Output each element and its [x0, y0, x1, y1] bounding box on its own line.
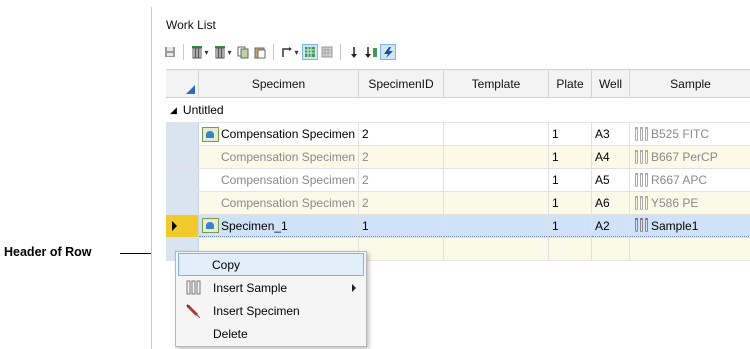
tube-icon [633, 126, 649, 142]
cell-template[interactable] [444, 123, 549, 145]
row-header[interactable] [166, 123, 199, 145]
current-row-arrow-icon [172, 221, 177, 231]
toolbar [162, 41, 396, 63]
cell-empty[interactable] [359, 238, 444, 260]
tube-icon [633, 149, 649, 165]
tube-icon [633, 218, 649, 233]
toolbar-separator [183, 44, 184, 60]
grid-view-icon[interactable] [302, 44, 318, 60]
cell-specimen[interactable]: Compensation Specimen [199, 146, 359, 168]
table-row[interactable]: Compensation Specimen 2 1 A5 R667 APC [166, 169, 750, 192]
sort-up-icon[interactable] [363, 44, 379, 60]
cell-well[interactable]: A4 [592, 146, 630, 168]
row-header[interactable] [166, 192, 199, 214]
cell-well[interactable]: A5 [592, 169, 630, 191]
group-label: Untitled [182, 103, 224, 117]
column-header-plate[interactable]: Plate [549, 70, 592, 97]
menu-item-insert-specimen[interactable]: Insert Specimen [176, 299, 366, 322]
cell-template[interactable] [444, 146, 549, 168]
column-header-template[interactable]: Template [444, 70, 549, 97]
tube-icon [633, 195, 649, 211]
cell-sample[interactable]: B525 FITC [630, 123, 750, 145]
cell-sample[interactable]: Y586 PE [630, 192, 750, 214]
row-header[interactable] [166, 146, 199, 168]
save-icon[interactable] [162, 44, 178, 60]
table-row[interactable]: Compensation Specimen 2 1 A6 Y586 PE [166, 192, 750, 215]
copy-icon[interactable] [235, 44, 251, 60]
lightning-icon[interactable] [380, 44, 396, 60]
tube-icon [633, 172, 649, 188]
menu-item-copy[interactable]: Copy [178, 253, 364, 276]
cell-plate[interactable]: 1 [549, 123, 592, 145]
column-header-well[interactable]: Well [592, 70, 630, 97]
cell-empty[interactable] [630, 238, 750, 260]
table-row[interactable]: Compensation Specimen 2 1 A4 B667 PerCP [166, 146, 750, 169]
table-view-icon[interactable] [319, 44, 335, 60]
syringe-icon [185, 303, 201, 319]
table-row-selected[interactable]: Specimen_1 1 1 A2 Sample1 [166, 215, 750, 238]
cell-empty[interactable] [444, 238, 549, 260]
cell-specimen[interactable]: Specimen_1 [199, 215, 359, 237]
callout-label: Header of Row [4, 245, 92, 259]
cell-specimen[interactable]: Compensation Specimen [199, 123, 359, 145]
table-row[interactable]: Compensation Specimen 2 1 A3 B525 FITC [166, 123, 750, 146]
menu-item-delete[interactable]: Delete [176, 322, 366, 345]
cell-template[interactable] [444, 192, 549, 214]
row-header-selected[interactable] [166, 215, 199, 237]
column-header-specimen-id[interactable]: SpecimenID [359, 70, 444, 97]
cell-plate[interactable]: 1 [549, 215, 592, 237]
specimen-icon [202, 218, 219, 233]
cell-plate[interactable]: 1 [549, 146, 592, 168]
corner-triangle-icon [186, 85, 195, 94]
collapse-triangle-icon[interactable]: ◢ [170, 105, 177, 116]
cell-specimen-id[interactable]: 2 [359, 192, 444, 214]
sort-down-icon[interactable] [346, 44, 362, 60]
window-title: Work List [166, 18, 216, 32]
cell-specimen-id[interactable]: 2 [359, 146, 444, 168]
cell-sample[interactable]: R667 APC [630, 169, 750, 191]
select-all-corner[interactable] [166, 70, 199, 97]
cell-plate[interactable]: 1 [549, 169, 592, 191]
cell-plate[interactable]: 1 [549, 192, 592, 214]
cell-sample[interactable]: B667 PerCP [630, 146, 750, 168]
context-menu: Copy Insert Sample Insert Specimen Delet… [175, 251, 367, 347]
work-list-grid: Specimen SpecimenID Template Plate Well … [166, 69, 750, 261]
cell-specimen-id[interactable]: 2 [359, 169, 444, 191]
row-header[interactable] [166, 169, 199, 191]
cell-specimen[interactable]: Compensation Specimen [199, 169, 359, 191]
menu-item-insert-sample[interactable]: Insert Sample [176, 276, 366, 299]
tube-icon [185, 280, 201, 295]
cell-template[interactable] [444, 169, 549, 191]
cell-empty[interactable] [549, 238, 592, 260]
cell-template[interactable] [444, 215, 549, 237]
specimen-icon [202, 126, 219, 142]
cell-well[interactable]: A3 [592, 123, 630, 145]
cell-well[interactable]: A2 [592, 215, 630, 237]
cell-empty[interactable] [592, 238, 630, 260]
toolbar-separator [340, 44, 341, 60]
column-header-specimen[interactable]: Specimen [199, 70, 359, 97]
toolbar-separator [273, 44, 274, 60]
insert-tube-icon[interactable] [212, 44, 234, 60]
cell-specimen-id[interactable]: 2 [359, 123, 444, 145]
cell-sample[interactable]: Sample1 [630, 215, 750, 237]
group-row-untitled[interactable]: ◢ Untitled [166, 98, 750, 123]
cell-well[interactable]: A6 [592, 192, 630, 214]
move-icon[interactable] [279, 44, 301, 60]
cell-specimen[interactable]: Compensation Specimen [199, 192, 359, 214]
cell-specimen-id[interactable]: 1 [359, 215, 444, 237]
column-header-row: Specimen SpecimenID Template Plate Well … [166, 70, 750, 98]
column-header-sample[interactable]: Sample [630, 70, 750, 97]
submenu-arrow-icon [352, 284, 356, 292]
paste-icon[interactable] [252, 44, 268, 60]
insert-specimen-icon[interactable] [189, 44, 211, 60]
